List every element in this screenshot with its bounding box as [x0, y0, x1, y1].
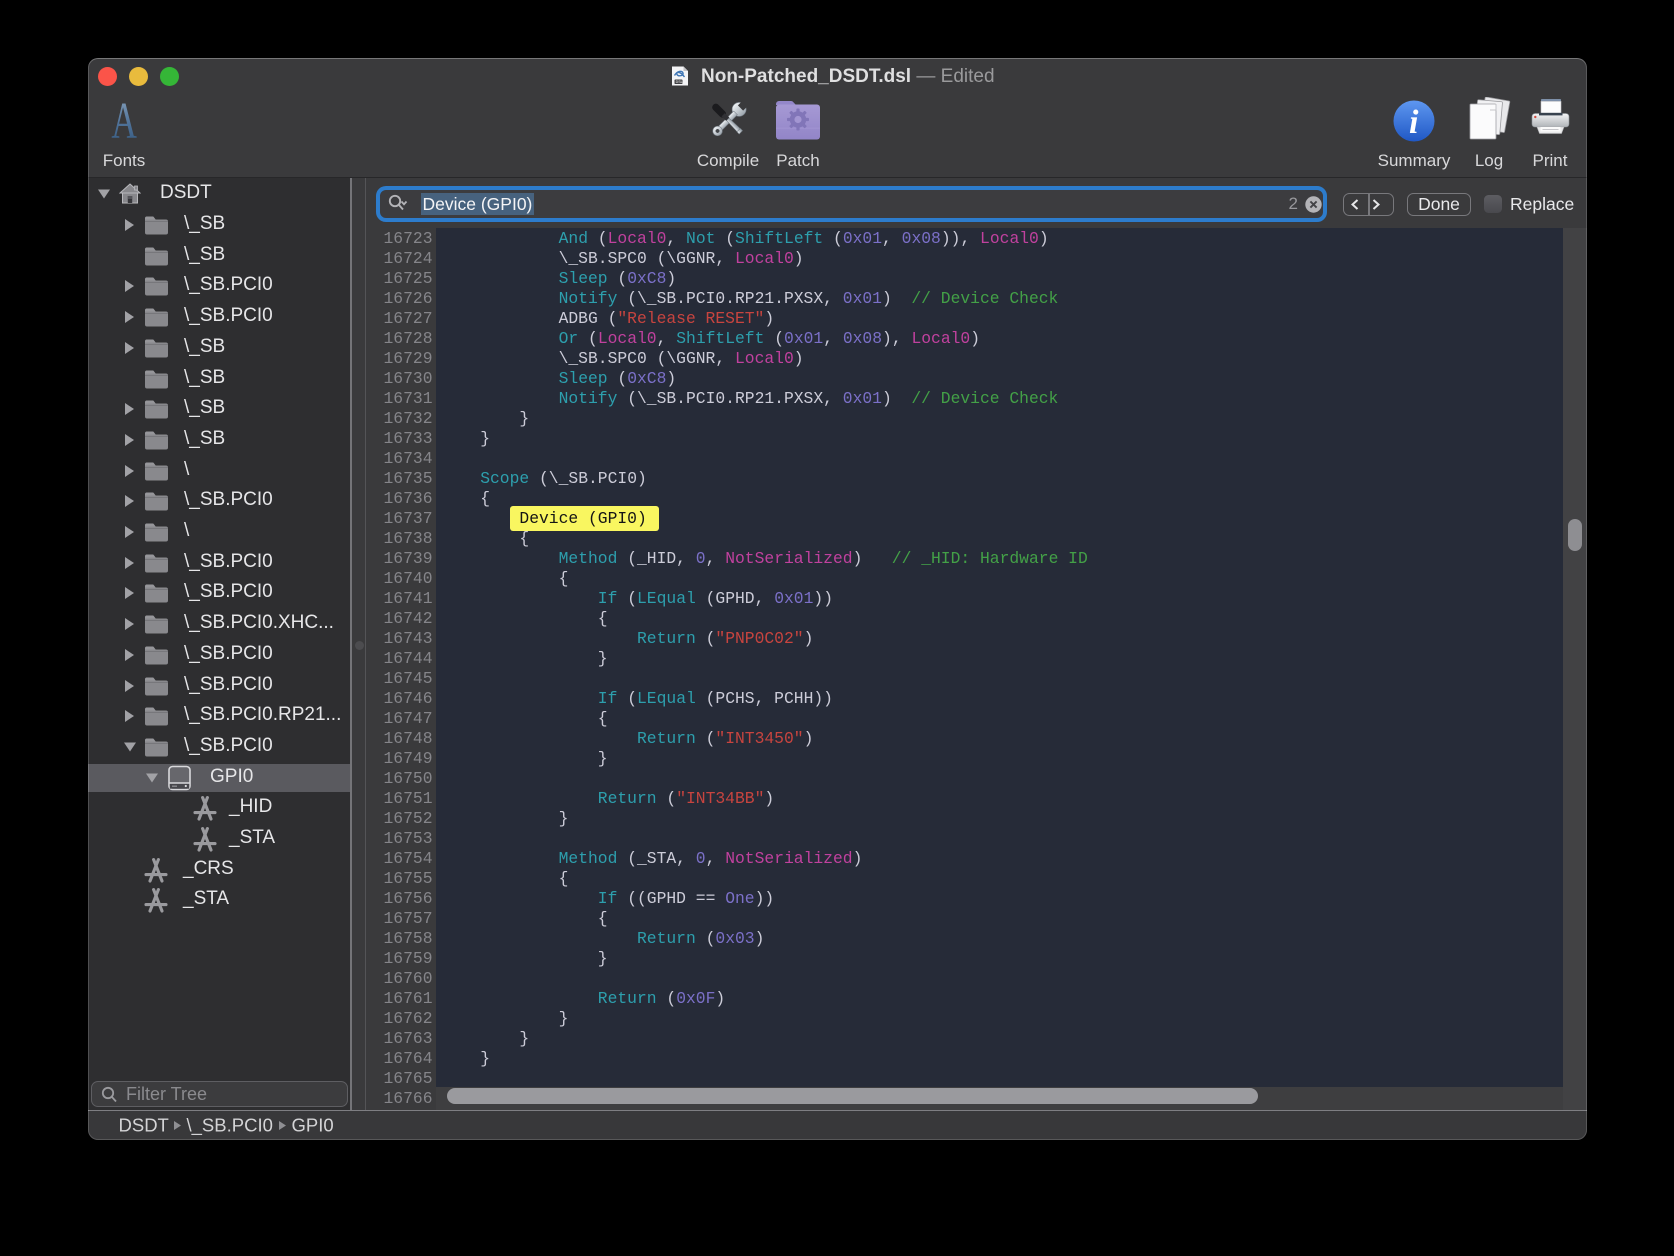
svg-text:A: A [111, 101, 137, 142]
svg-text:i: i [1409, 104, 1419, 141]
svg-text:DSL: DSL [676, 80, 683, 84]
